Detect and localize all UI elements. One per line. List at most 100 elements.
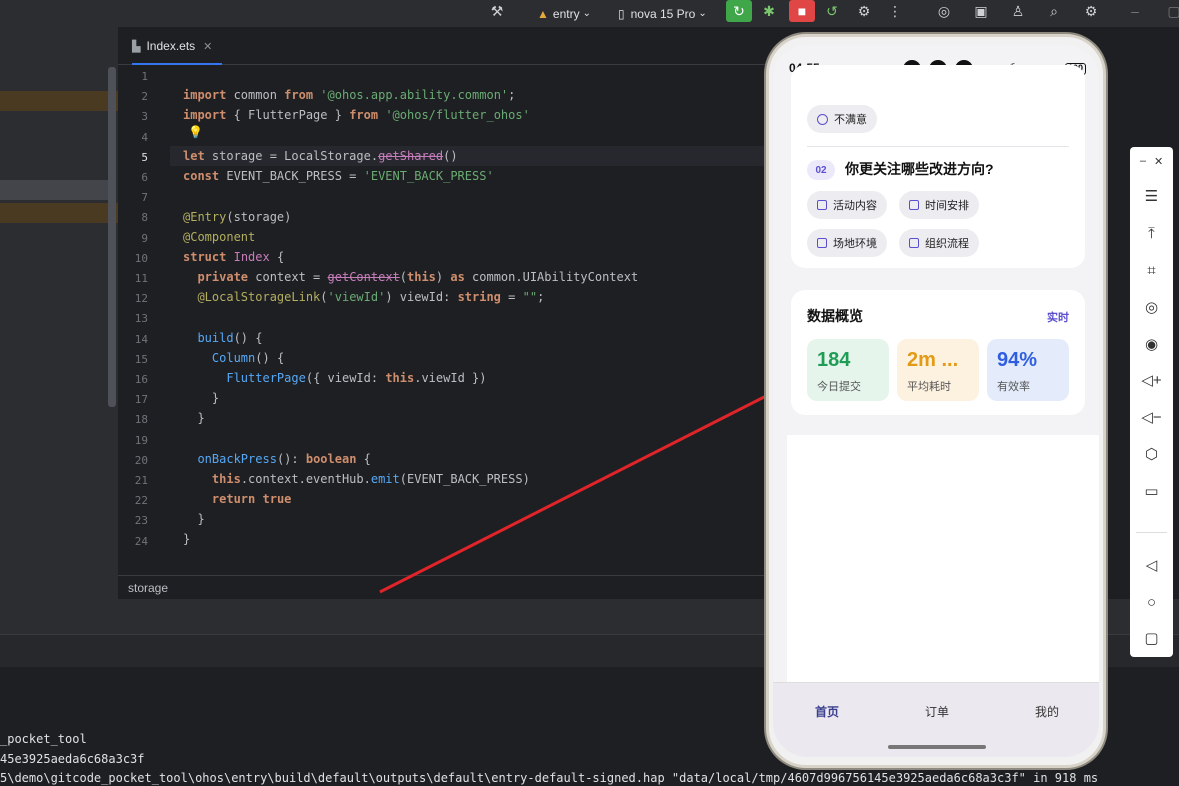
- close-icon[interactable]: ✕: [203, 40, 212, 53]
- back-icon[interactable]: ◁: [1130, 553, 1173, 577]
- tab-index-ets[interactable]: ▙ Index.ets ✕: [132, 35, 212, 57]
- menu-icon[interactable]: ☰: [1130, 184, 1173, 208]
- search-icon[interactable]: ⌕: [1043, 0, 1065, 22]
- stat-label: 平均耗时: [907, 381, 951, 393]
- line-number: 16: [134, 373, 148, 386]
- option-checkbox[interactable]: 场地环境: [807, 229, 887, 257]
- code-line-9: @Component: [183, 230, 256, 244]
- recents-icon[interactable]: ▢: [1130, 626, 1173, 650]
- option-dissatisfied[interactable]: 不满意: [807, 105, 877, 133]
- home-icon[interactable]: ○: [1130, 590, 1173, 614]
- overview-card: 数据概览 实时 184 今日提交 2m ... 平均耗时 94% 有效率: [791, 290, 1085, 415]
- account-icon[interactable]: ♙: [1007, 0, 1029, 22]
- lightbulb-icon[interactable]: 💡: [188, 125, 203, 139]
- stat-card: 184 今日提交: [807, 339, 889, 401]
- survey-card: 不满意 02 你更关注哪些改进方向? 活动内容 时间安排 场地环境 组织流程: [791, 65, 1085, 268]
- minimize-icon[interactable]: –: [1140, 155, 1146, 167]
- project-panel: [0, 27, 118, 599]
- code-line-18: }: [183, 411, 205, 425]
- module-icon: ▲: [537, 6, 549, 21]
- option-label: 组织流程: [925, 238, 969, 250]
- output-line: 5\demo\gitcode_pocket_tool\ohos\entry\bu…: [0, 771, 1099, 785]
- line-number: 4: [141, 130, 148, 144]
- device-selector[interactable]: ▯ nova 15 Pro ⌄: [618, 0, 707, 27]
- stat-card: 94% 有效率: [987, 339, 1069, 401]
- code-line-10: struct Index {: [183, 250, 285, 264]
- pin-top-icon[interactable]: ⤒: [1130, 221, 1173, 245]
- run-config-label: entry: [552, 6, 580, 21]
- more-actions-icon[interactable]: ⋮: [884, 0, 906, 22]
- stat-card: 2m ... 平均耗时: [897, 339, 979, 401]
- code-line-22: return true: [211, 492, 292, 506]
- code-line-15: Column() {: [211, 351, 285, 365]
- line-number: 3: [141, 110, 148, 124]
- code-line-2: import common from '@ohos.app.ability.co…: [183, 88, 516, 102]
- build-hammer-icon[interactable]: ⚒: [486, 0, 508, 22]
- chevron-down-icon: ⌄: [582, 8, 591, 19]
- rotate-icon[interactable]: ◎: [1130, 295, 1173, 319]
- device-icon: ▯: [618, 6, 625, 21]
- line-number: 8: [141, 211, 148, 225]
- highlight-row: [0, 203, 118, 223]
- minimize-icon[interactable]: –: [1124, 0, 1146, 22]
- line-number: 17: [134, 393, 148, 407]
- device-frame-icon[interactable]: ▭: [1130, 479, 1173, 503]
- folder-icon[interactable]: ▣: [970, 0, 992, 22]
- line-number-gutter: 1 2 3 4 5 6 7 8 9 10 11 12 13 14 15 16 17 18 19 20 21 22 23 24: [118, 65, 170, 575]
- restore-window-icon[interactable]: ▢: [1163, 0, 1179, 22]
- profiler-icon[interactable]: ⚙: [853, 0, 875, 22]
- nav-home[interactable]: 首页: [815, 703, 839, 720]
- line-number: 10: [134, 251, 148, 265]
- home-indicator[interactable]: [888, 745, 986, 749]
- line-number: 7: [141, 191, 148, 205]
- option-checkbox[interactable]: 活动内容: [807, 191, 887, 219]
- code-line-14: build() {: [197, 331, 263, 345]
- code-line-3: import { FlutterPage } from '@ohos/flutt…: [183, 108, 530, 122]
- radio-icon: [817, 113, 828, 125]
- option-checkbox[interactable]: 时间安排: [899, 191, 979, 219]
- tab-label: Index.ets: [146, 39, 196, 53]
- line-number: 18: [134, 413, 148, 427]
- code-line-24: }: [183, 532, 191, 546]
- line-number: 11: [134, 272, 148, 285]
- phone-screen[interactable]: 04:55 ☾ ‹·› 100 不满意 02 你更关注哪些改进方向? 活动内容 …: [773, 45, 1099, 757]
- location-icon[interactable]: ◎: [933, 0, 955, 22]
- line-number: 13: [134, 312, 148, 326]
- stat-value: 184: [817, 349, 851, 371]
- selected-row[interactable]: [0, 180, 108, 200]
- nav-me[interactable]: 我的: [1035, 703, 1059, 720]
- realtime-link[interactable]: 实时: [1047, 309, 1069, 325]
- output-line: 45e3925aeda6c68a3c3f: [0, 752, 145, 766]
- line-number: 21: [134, 474, 148, 487]
- device-label: nova 15 Pro: [630, 6, 696, 21]
- line-number: 20: [134, 453, 148, 467]
- stat-value: 94%: [997, 349, 1038, 371]
- code-line-23: }: [183, 512, 205, 526]
- nav-orders[interactable]: 订单: [925, 703, 949, 720]
- scrollbar-thumb[interactable]: [108, 67, 116, 407]
- stop-icon[interactable]: ■: [789, 0, 815, 22]
- option-label: 时间安排: [925, 200, 969, 212]
- run-config-selector[interactable]: ▲ entry ⌄: [537, 0, 591, 27]
- power-icon[interactable]: ⬡: [1130, 442, 1173, 466]
- crop-icon[interactable]: ⌗: [1130, 258, 1173, 282]
- line-number: 6: [141, 171, 148, 184]
- stat-value: 2m ...: [907, 349, 959, 371]
- main-toolbar: ⚒ ▲ entry ⌄ ▯ nova 15 Pro ⌄ ↻ ✱ ■ ↺ ⚙ ⋮ …: [0, 0, 1179, 27]
- settings-gear-icon[interactable]: ⚙: [1080, 0, 1102, 22]
- volume-up-icon[interactable]: ◁+: [1130, 368, 1173, 392]
- screenshot-icon[interactable]: ◉: [1130, 332, 1173, 356]
- checkbox-icon: [909, 238, 919, 248]
- close-icon[interactable]: ✕: [1154, 155, 1163, 168]
- option-checkbox[interactable]: 组织流程: [899, 229, 979, 257]
- divider: [807, 146, 1069, 147]
- file-icon: ▙: [132, 40, 141, 53]
- arrow-line: [379, 390, 775, 594]
- apply-changes-icon[interactable]: ↺: [821, 0, 843, 22]
- debug-bug-icon[interactable]: ✱: [758, 0, 780, 22]
- output-line: _pocket_tool: [0, 732, 87, 746]
- volume-down-icon[interactable]: ◁−: [1130, 405, 1173, 429]
- run-icon[interactable]: ↻: [726, 0, 752, 22]
- option-label: 不满意: [834, 114, 867, 126]
- line-number: 12: [134, 292, 148, 306]
